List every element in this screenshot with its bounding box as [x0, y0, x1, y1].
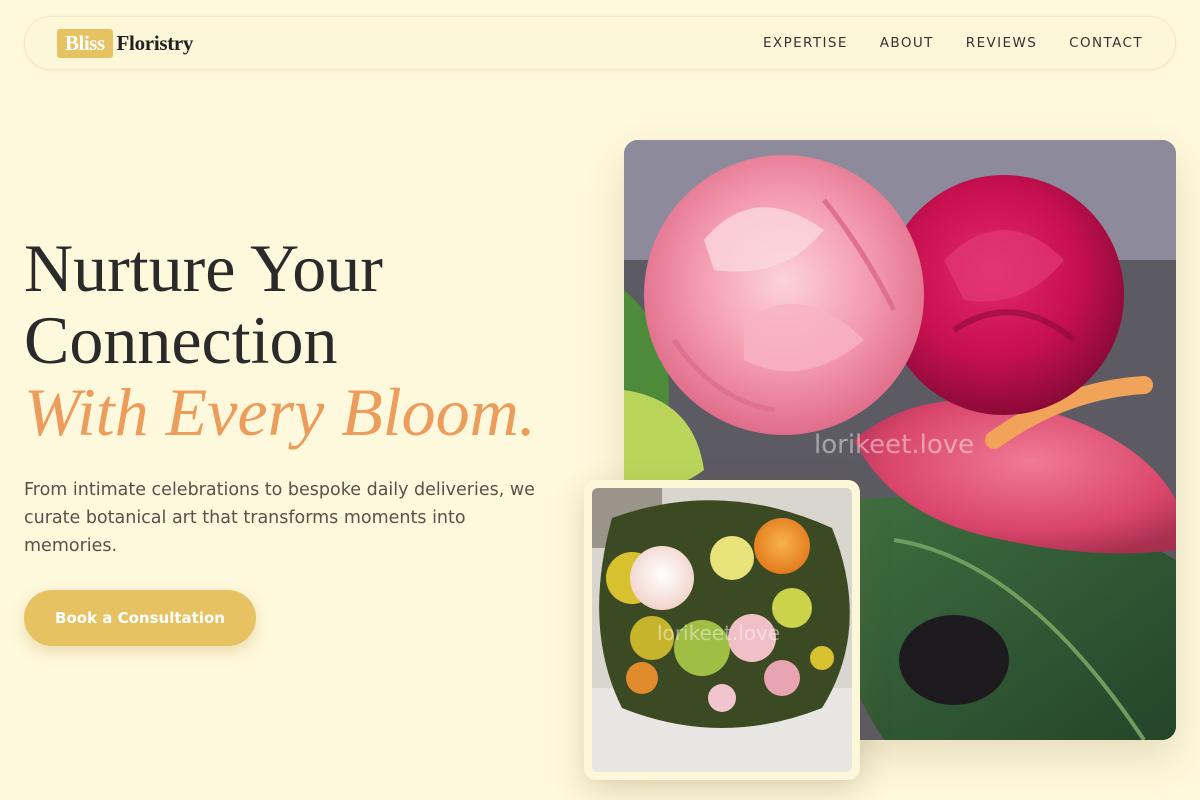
- main-photo-watermark: lorikeet.love: [814, 430, 974, 460]
- nav-link-contact[interactable]: CONTACT: [1069, 35, 1143, 51]
- brand-logo[interactable]: Bliss Floristry: [57, 28, 194, 58]
- hero-secondary-photo: lorikeet.love: [584, 480, 860, 780]
- headline-line-1: Nurture Your: [24, 230, 383, 306]
- nav-links: EXPERTISE ABOUT REVIEWS CONTACT: [763, 35, 1143, 51]
- mixed-bouquet-illustration: lorikeet.love: [592, 488, 852, 772]
- logo-badge: Bliss: [57, 28, 113, 58]
- hero-headline: Nurture Your Connection With Every Bloom…: [24, 232, 536, 448]
- logo-wordmark: Floristry: [116, 30, 194, 55]
- nav-link-reviews[interactable]: REVIEWS: [966, 35, 1037, 51]
- headline-line-2: Connection: [24, 302, 338, 378]
- nav-link-about[interactable]: ABOUT: [880, 35, 934, 51]
- page: Bliss Floristry EXPERTISE ABOUT REVIEWS …: [0, 0, 1200, 800]
- top-navbar: Bliss Floristry EXPERTISE ABOUT REVIEWS …: [24, 16, 1176, 70]
- book-consultation-button[interactable]: Book a Consultation: [24, 590, 256, 646]
- nav-link-expertise[interactable]: EXPERTISE: [763, 35, 848, 51]
- secondary-photo-watermark: lorikeet.love: [657, 621, 780, 645]
- hero-subtext: From intimate celebrations to bespoke da…: [24, 480, 535, 556]
- headline-accent: With Every Bloom.: [24, 374, 536, 450]
